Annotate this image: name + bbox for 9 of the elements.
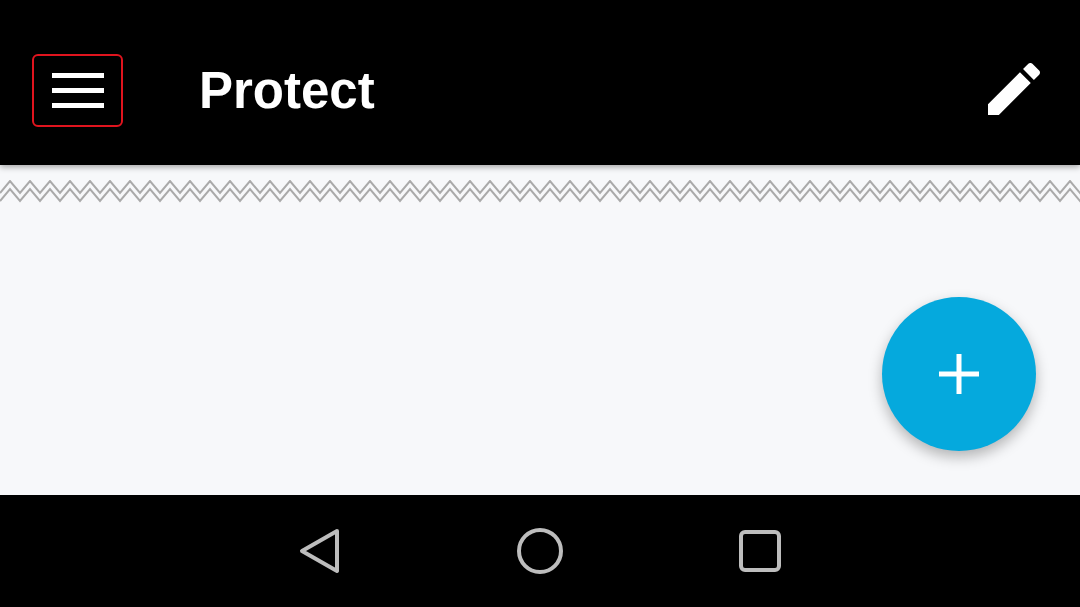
home-icon[interactable] [517,528,563,574]
menu-button[interactable] [32,54,123,127]
menu-icon [51,73,104,108]
add-button[interactable] [882,297,1036,451]
plus-icon [939,354,979,394]
edit-icon[interactable] [988,62,1040,115]
back-icon[interactable] [299,528,341,574]
screen-title: Protect [199,65,375,116]
recents-icon[interactable] [739,530,781,572]
